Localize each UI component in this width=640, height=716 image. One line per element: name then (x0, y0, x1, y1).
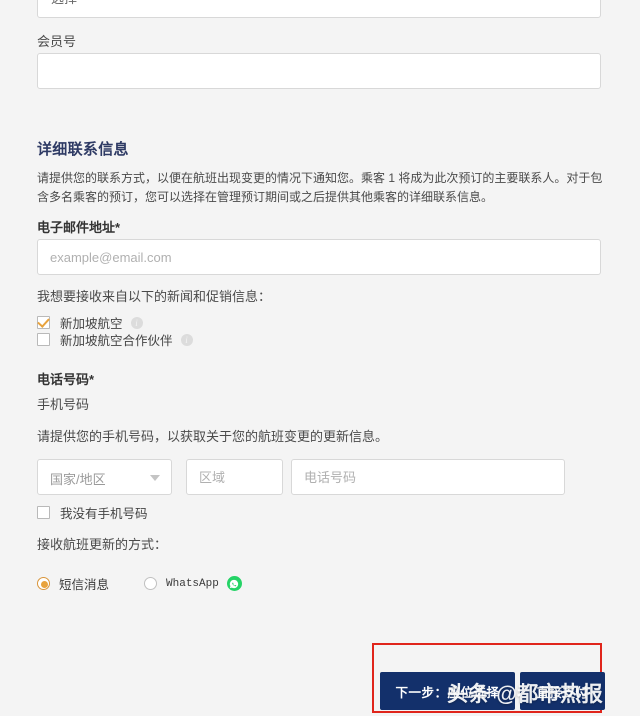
updates-prompt: 接收航班更新的方式： (37, 537, 168, 552)
email-input[interactable] (37, 239, 601, 275)
checkbox-label: 我没有手机号码 (60, 507, 148, 521)
partial-select-field[interactable]: 选择 (37, 0, 601, 18)
marketing-option-singapore-airlines[interactable]: 新加坡航空 i (37, 314, 143, 331)
booking-contact-page: 选择 会员号 详细联系信息 请提供您的联系方式，以便在航班出现变更的情况下通知您… (0, 0, 640, 716)
no-mobile-option[interactable]: 我没有手机号码 (37, 504, 148, 521)
checkbox-singapore-airlines-partners[interactable] (37, 333, 50, 346)
chevron-down-icon (150, 475, 160, 481)
whatsapp-icon (226, 576, 242, 591)
direct-payment-button[interactable]: 直接支付 (520, 672, 605, 710)
country-code-value: 国家/地区 (50, 472, 106, 487)
info-icon[interactable]: i (130, 316, 143, 329)
phone-number-input[interactable] (291, 459, 565, 495)
email-label: 电子邮件地址* (37, 220, 121, 235)
partial-select-value: 选择 (51, 0, 77, 9)
phone-label: 电话号码* (37, 372, 95, 387)
radio-whatsapp[interactable] (144, 577, 158, 590)
updates-radio-group: 短信消息 WhatsApp (37, 574, 242, 593)
phone-description: 请提供您的手机号码，以获取关于您的航班变更的更新信息。 (37, 429, 389, 444)
phone-sublabel: 手机号码 (37, 397, 90, 412)
marketing-prompt: 我想要接收来自以下的新闻和促销信息： (37, 289, 272, 304)
updates-option-whatsapp[interactable]: WhatsApp (144, 576, 242, 591)
radio-sms[interactable] (37, 577, 50, 590)
country-code-select[interactable]: 国家/地区 (37, 459, 172, 495)
membership-input[interactable] (37, 53, 601, 89)
marketing-option-partners[interactable]: 新加坡航空合作伙伴 i (37, 331, 193, 348)
membership-label: 会员号 (37, 34, 77, 49)
radio-label: WhatsApp (166, 577, 219, 590)
contact-section-title: 详细联系信息 (37, 141, 129, 158)
contact-section-description: 请提供您的联系方式，以便在航班出现变更的情况下通知您。乘客 1 将成为此次预订的… (37, 171, 603, 204)
updates-option-sms[interactable]: 短信消息 (37, 574, 109, 593)
checkbox-label: 新加坡航空合作伙伴 (60, 334, 173, 348)
checkbox-no-mobile-number[interactable] (37, 506, 50, 519)
radio-label: 短信消息 (59, 578, 110, 592)
checkbox-singapore-airlines[interactable] (37, 316, 50, 329)
phone-area-input[interactable] (186, 459, 283, 495)
next-seat-selection-button[interactable]: 下一步：座位选择 (380, 672, 515, 710)
info-icon[interactable]: i (180, 333, 193, 346)
